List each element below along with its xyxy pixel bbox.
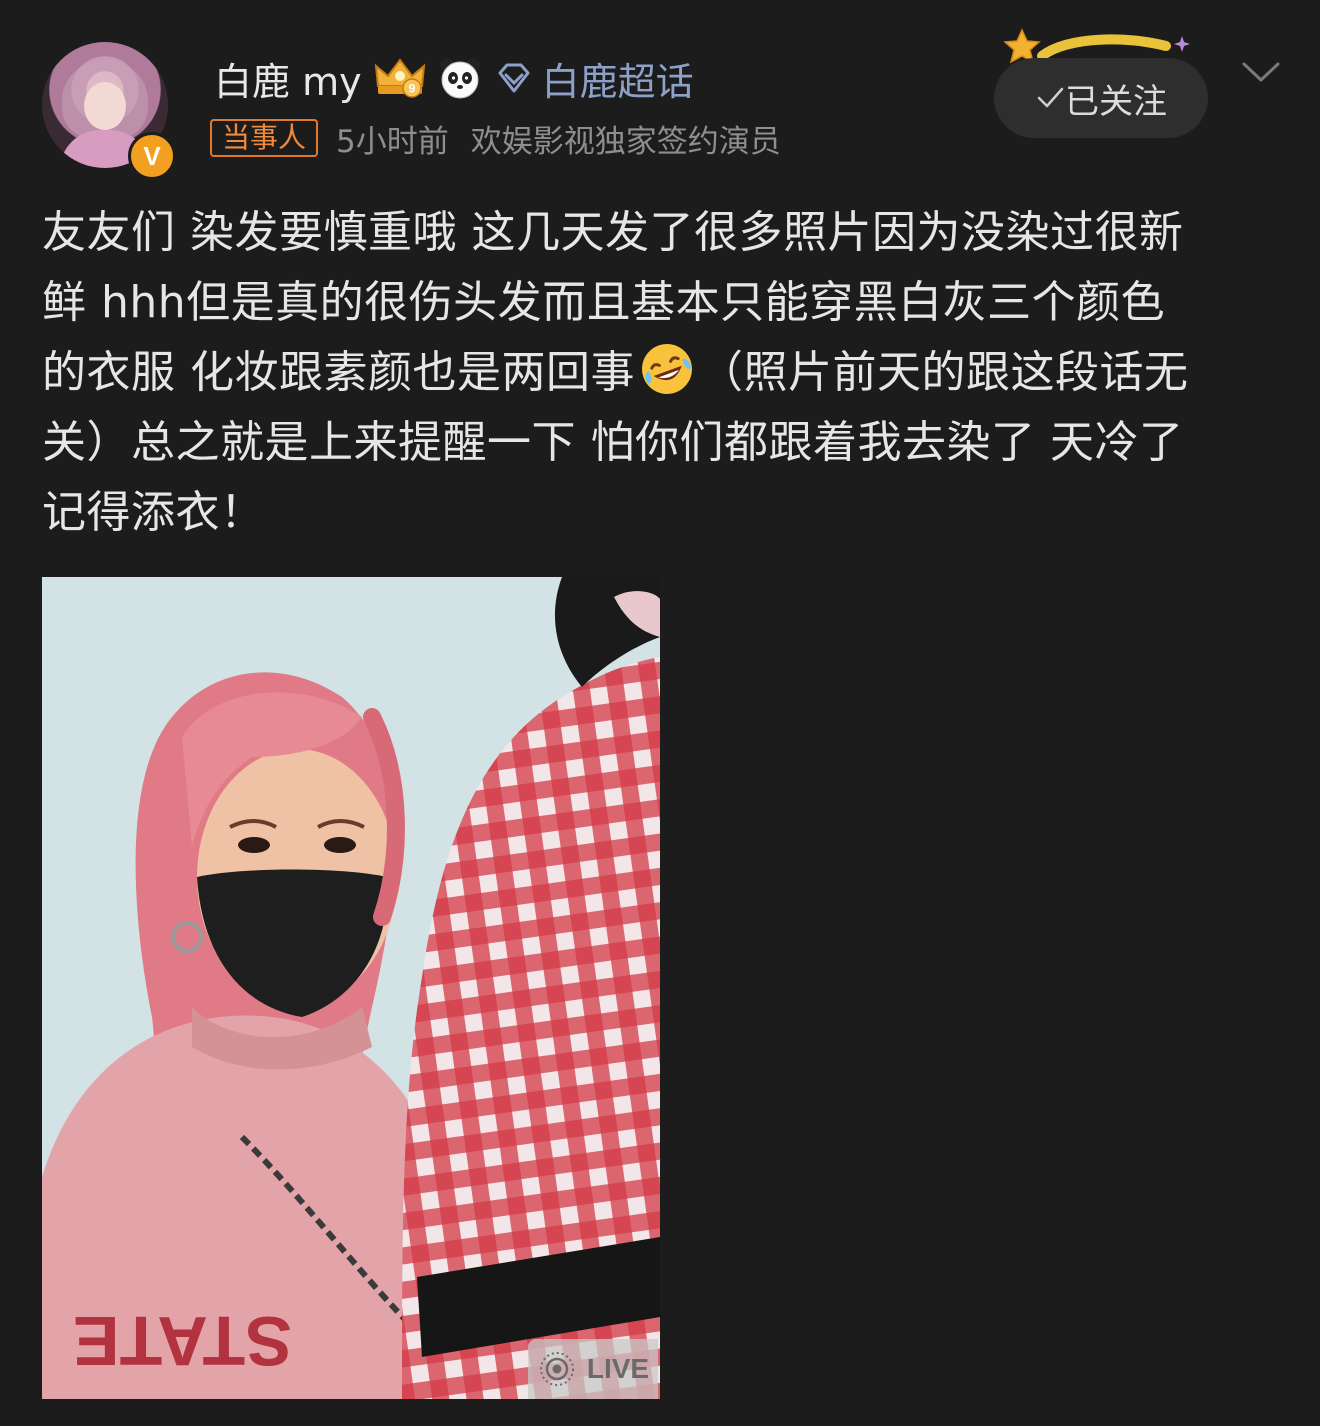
sweater-text: STATE (73, 1302, 292, 1380)
post-time: 5小时前 (336, 123, 449, 160)
post-line: 鲜 hhh但是真的很伤头发而且基本只能穿黑白灰三个颜色 (42, 277, 1166, 328)
laughing-emoji-icon (642, 344, 692, 394)
user-description: 欢娱影视独家签约演员 (470, 123, 781, 160)
follow-button[interactable]: 已关注 (994, 58, 1208, 138)
crown-level-number: 9 (408, 82, 415, 96)
post-line: 的衣服 化妆跟素颜也是两回事 (42, 347, 635, 398)
name-row: 白鹿 my 9 白鹿超话 (214, 48, 694, 108)
crown-level-icon[interactable]: 9 (372, 56, 428, 100)
check-icon (1037, 87, 1064, 108)
chevron-down-icon[interactable] (1238, 56, 1284, 86)
post-photo[interactable]: STATE LIVE (42, 577, 660, 1399)
live-photo-badge[interactable]: LIVE (528, 1339, 658, 1399)
super-topic-link[interactable]: 白鹿超话 (542, 51, 694, 106)
role-badge: 当事人 (210, 119, 319, 157)
follow-button-label: 已关注 (1065, 81, 1167, 122)
post-line-with-emoji: 的衣服 化妆跟素颜也是两回事 （照片前天的跟这段话无 (42, 338, 1278, 408)
username[interactable]: 白鹿 my (214, 51, 362, 106)
live-label: LIVE (586, 1353, 650, 1384)
post-line: 关）总之就是上来提醒一下 怕你们都跟着我去染了 天冷了 (42, 417, 1184, 468)
verified-badge-icon: V (128, 132, 176, 180)
selfie-illustration: STATE (42, 577, 660, 1399)
panda-icon[interactable] (438, 56, 482, 100)
post-line: 记得添衣！ (42, 487, 265, 538)
diamond-icon (496, 60, 532, 96)
meta-row: 当事人 5小时前 欢娱影视独家签约演员 (210, 118, 781, 160)
post-line: 友友们 染发要慎重哦 这几天发了很多照片因为没染过很新 (42, 207, 1184, 258)
post-line: （照片前天的跟这段话无 (699, 347, 1189, 398)
live-photo-icon (539, 1352, 574, 1386)
post-text: 友友们 染发要慎重哦 这几天发了很多照片因为没染过很新 鲜 hhh但是真的很伤头… (42, 198, 1278, 548)
